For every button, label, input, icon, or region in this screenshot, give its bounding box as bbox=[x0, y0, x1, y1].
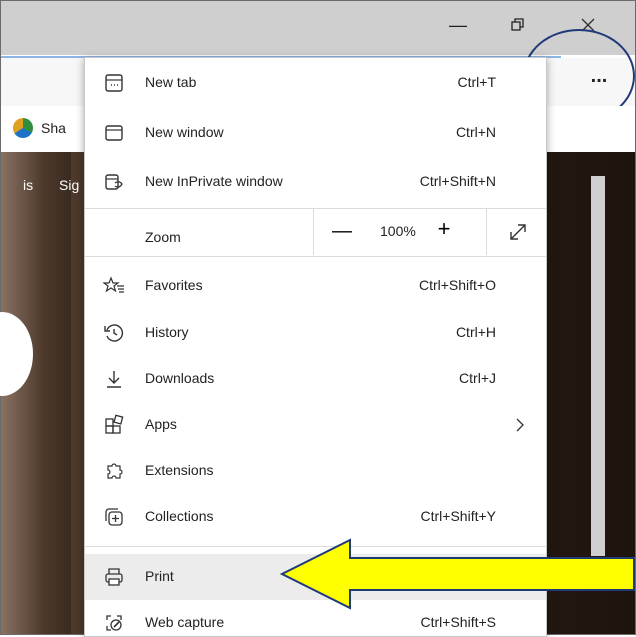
download-icon bbox=[107, 371, 121, 388]
restore-icon[interactable] bbox=[506, 13, 530, 37]
zoom-label: Zoom bbox=[145, 229, 181, 245]
page-nav-item[interactable]: is bbox=[23, 177, 33, 193]
menu-separator bbox=[85, 256, 546, 257]
menu-item-shortcut: Ctrl+Shift+N bbox=[419, 173, 496, 189]
menu-item-shortcut: Ctrl+Shift+O bbox=[418, 277, 496, 293]
menu-item-shortcut: Ctrl+J bbox=[459, 370, 496, 386]
menu-item-shortcut: Ctrl+Shift+Y bbox=[420, 508, 496, 524]
menu-item-shortcut: Ctrl+Shift+S bbox=[420, 614, 496, 630]
zoom-out-button[interactable]: — bbox=[328, 217, 356, 245]
minimize-icon[interactable]: — bbox=[446, 13, 470, 37]
menu-item-new-tab[interactable]: New tab Ctrl+T bbox=[85, 60, 546, 106]
menu-item-shortcut: Ctrl+H bbox=[455, 324, 496, 340]
menu-item-downloads[interactable]: Downloads Ctrl+J bbox=[85, 356, 546, 402]
menu-item-shortcut: Ctrl+N bbox=[455, 124, 496, 140]
menu-item-label: New tab bbox=[145, 74, 197, 90]
zoom-level: 100% bbox=[380, 223, 416, 239]
arrow-shape bbox=[280, 538, 635, 610]
menu-item-history[interactable]: History Ctrl+H bbox=[85, 310, 546, 356]
favorite-item-label[interactable]: Sha bbox=[41, 120, 66, 136]
new-window-icon bbox=[105, 125, 123, 141]
menu-item-inprivate[interactable]: New InPrivate window Ctrl+Shift+N bbox=[85, 159, 546, 205]
history-icon bbox=[104, 324, 124, 342]
fullscreen-button[interactable] bbox=[486, 209, 546, 255]
favorites-icon bbox=[103, 276, 124, 293]
menu-item-favorites[interactable]: Favorites Ctrl+Shift+O bbox=[85, 263, 546, 309]
chevron-right-icon bbox=[516, 418, 524, 432]
collections-icon bbox=[105, 508, 123, 526]
menu-item-label: History bbox=[145, 324, 189, 340]
menu-item-label: Web capture bbox=[145, 614, 225, 630]
menu-item-label: New InPrivate window bbox=[145, 173, 283, 189]
fullscreen-icon bbox=[510, 224, 526, 240]
menu-item-label: Apps bbox=[145, 416, 177, 432]
menu-item-apps[interactable]: Apps bbox=[85, 402, 546, 448]
new-tab-icon bbox=[105, 74, 123, 92]
menu-item-label: Favorites bbox=[145, 277, 203, 293]
menu-item-label: Collections bbox=[145, 508, 214, 524]
menu-item-label: Print bbox=[145, 568, 174, 584]
scrollbar[interactable] bbox=[591, 176, 605, 556]
zoom-controls: — 100% + bbox=[313, 209, 546, 255]
favorite-site-icon[interactable] bbox=[13, 118, 33, 138]
menu-item-label: Extensions bbox=[145, 462, 214, 478]
menu-item-label: Downloads bbox=[145, 370, 215, 386]
extensions-icon bbox=[107, 463, 123, 479]
menu-item-extensions[interactable]: Extensions bbox=[85, 448, 546, 494]
annotation-arrow bbox=[280, 538, 635, 610]
apps-icon bbox=[105, 414, 124, 434]
zoom-in-button[interactable]: + bbox=[430, 215, 458, 243]
inprivate-icon bbox=[105, 174, 123, 190]
menu-item-collections[interactable]: Collections Ctrl+Shift+Y bbox=[85, 494, 546, 540]
web-capture-icon bbox=[106, 615, 122, 631]
page-nav-item-sign[interactable]: Sig bbox=[59, 177, 79, 193]
print-icon bbox=[105, 568, 123, 586]
menu-item-label: New window bbox=[145, 124, 224, 140]
menu-item-new-window[interactable]: New window Ctrl+N bbox=[85, 110, 546, 156]
menu-item-shortcut: Ctrl+T bbox=[457, 74, 497, 90]
